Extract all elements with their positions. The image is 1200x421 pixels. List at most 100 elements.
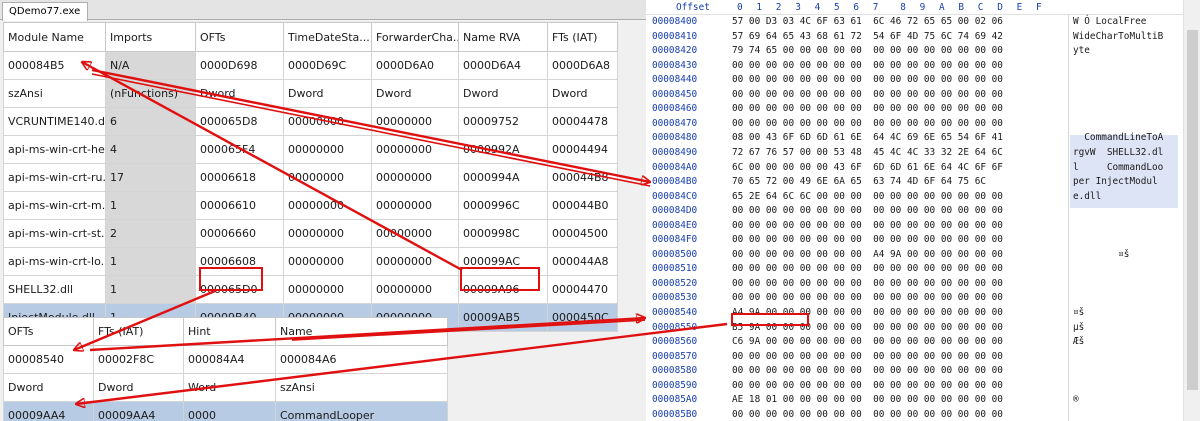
imports-cell[interactable]: Module Name	[3, 22, 106, 52]
imports-cell[interactable]: 6	[105, 107, 196, 136]
imports-cell[interactable]: 00000000	[283, 219, 372, 248]
imports-cell[interactable]: 00000000	[283, 135, 372, 164]
imports-cell[interactable]: 00006608	[195, 247, 284, 276]
hex-row[interactable]: 000084C0 65 2E 64 6C 6C 00 00 00 00 00 00…	[646, 191, 1200, 204]
imports-cell[interactable]: 00000000	[371, 275, 459, 304]
imports-cell[interactable]: 00006660	[195, 219, 284, 248]
hex-row-bytes[interactable]: 00 00 00 00 00 00 00 00 00 00 00 00 00 0…	[732, 60, 1003, 71]
thunk-cell[interactable]: szAnsi	[275, 373, 448, 402]
imports-cell[interactable]: 00000000	[371, 135, 459, 164]
hex-row-ascii[interactable]: W Ó LocalFree	[1073, 16, 1146, 27]
hex-row[interactable]: 00008560 C6 9A 00 00 00 00 00 00 00 00 00…	[646, 336, 1200, 349]
hex-row[interactable]: 00008440 00 00 00 00 00 00 00 00 00 00 00…	[646, 74, 1200, 87]
imports-cell[interactable]: 00004500	[547, 219, 618, 248]
imports-cell[interactable]: OFTs	[195, 22, 284, 52]
hex-row-bytes[interactable]: 00 00 00 00 00 00 00 00 00 00 00 00 00 0…	[732, 234, 1003, 245]
imports-value-row[interactable]: 000084B5 N/A 0000D698 0000D69C 0000D6A0 0000D…	[3, 51, 618, 80]
hex-row[interactable]: 00008410 57 69 64 65 43 68 61 72 54 6F 4D…	[646, 31, 1200, 44]
imports-cell[interactable]: szAnsi	[3, 79, 106, 108]
hex-row-bytes[interactable]: 65 2E 64 6C 6C 00 00 00 00 00 00 00 00 0…	[732, 191, 1003, 202]
imports-cell[interactable]: 000065D8	[195, 107, 284, 136]
hex-row-bytes[interactable]: 00 00 00 00 00 00 00 00 00 00 00 00 00 0…	[732, 380, 1003, 391]
imports-cell[interactable]: 00000000	[371, 163, 459, 192]
imports-cell[interactable]: 1	[105, 191, 196, 220]
hex-row-bytes[interactable]: 00 00 00 00 00 00 00 00 00 00 00 00 00 0…	[732, 89, 1003, 100]
imports-cell[interactable]: 00000000	[371, 219, 459, 248]
hex-row-ascii[interactable]: Æš	[1073, 336, 1084, 347]
imports-cell[interactable]: Dword	[547, 79, 618, 108]
imports-cell[interactable]: 0000D6A0	[371, 51, 459, 80]
imports-cell[interactable]: 00000000	[371, 191, 459, 220]
imports-cell[interactable]: 00006610	[195, 191, 284, 220]
imports-cell[interactable]: 0000996C	[458, 191, 548, 220]
imports-cell[interactable]: 1	[105, 275, 196, 304]
hex-row[interactable]: 00008480 08 00 43 6F 6D 6D 61 6E 64 4C 69…	[646, 132, 1200, 145]
imports-row[interactable]: api-ms-win-crt-st... 2 00006660 00000000 000…	[3, 219, 618, 248]
imports-cell[interactable]: 000065F4	[195, 135, 284, 164]
imports-cell[interactable]: Dword	[458, 79, 548, 108]
imports-cell[interactable]: 0000992A	[458, 135, 548, 164]
hex-row-bytes[interactable]: B5 9A 00 00 00 00 00 00 00 00 00 00 00 0…	[732, 322, 1003, 333]
imports-cell[interactable]: 00000000	[283, 191, 372, 220]
imports-cell[interactable]: FTs (IAT)	[547, 22, 618, 52]
imports-cell[interactable]: 00009A96	[458, 275, 548, 304]
hex-row[interactable]: 000085A0 AE 18 01 00 00 00 00 00 00 00 00…	[646, 394, 1200, 407]
hex-row[interactable]: 00008430 00 00 00 00 00 00 00 00 00 00 00…	[646, 60, 1200, 73]
hex-row-bytes[interactable]: 72 67 76 57 00 00 53 48 45 4C 4C 33 32 2…	[732, 147, 1003, 158]
thunk-cell[interactable]: 00009AA4	[3, 401, 94, 421]
hex-row-bytes[interactable]: 00 00 00 00 00 00 00 00 00 00 00 00 00 0…	[732, 292, 1003, 303]
hex-row[interactable]: 00008590 00 00 00 00 00 00 00 00 00 00 00…	[646, 380, 1200, 393]
imports-cell[interactable]: Name RVA	[458, 22, 548, 52]
imports-header-row[interactable]: Module Name Imports OFTs TimeDateSta... Forw…	[3, 22, 618, 52]
imports-cell[interactable]: 0000998C	[458, 219, 548, 248]
imports-cell[interactable]: 0000D6A8	[547, 51, 618, 80]
hex-row[interactable]: 00008540 A4 9A 00 00 00 00 00 00 00 00 00…	[646, 307, 1200, 320]
thunk-value-row[interactable]: 00008540 00002F8C 000084A4 000084A6	[3, 345, 448, 374]
imports-cell[interactable]: 00000000	[283, 107, 372, 136]
hex-row-bytes[interactable]: 00 00 00 00 00 00 00 00 00 00 00 00 00 0…	[732, 365, 1003, 376]
imports-cell[interactable]: 000044A8	[547, 247, 618, 276]
hex-row-ascii[interactable]: ®	[1073, 394, 1079, 405]
imports-cell[interactable]: 0000994A	[458, 163, 548, 192]
imports-cell[interactable]: Dword	[371, 79, 459, 108]
imports-cell[interactable]: (nFunctions)	[105, 79, 196, 108]
imports-cell[interactable]: api-ms-win-crt-he...	[3, 135, 106, 164]
hex-row-bytes[interactable]: C6 9A 00 00 00 00 00 00 00 00 00 00 00 0…	[732, 336, 1003, 347]
hex-row-bytes[interactable]: 00 00 00 00 00 00 00 00 00 00 00 00 00 0…	[732, 409, 1003, 420]
imports-cell[interactable]: 00004470	[547, 275, 618, 304]
thunk-row[interactable]: 00009AA4 00009AA4 0000 CommandLooper	[3, 401, 448, 421]
hex-row-bytes[interactable]: 57 00 D3 03 4C 6F 63 61 6C 46 72 65 65 0…	[732, 16, 1003, 27]
hex-row-bytes[interactable]: 08 00 43 6F 6D 6D 61 6E 64 4C 69 6E 65 5…	[732, 132, 1003, 143]
imports-cell[interactable]: 00000000	[283, 247, 372, 276]
hex-row-bytes[interactable]: 00 00 00 00 00 00 00 00 00 00 00 00 00 0…	[732, 74, 1003, 85]
hex-row-bytes[interactable]: 57 69 64 65 43 68 61 72 54 6F 4D 75 6C 7…	[732, 31, 1003, 42]
imports-cell[interactable]: api-ms-win-crt-m...	[3, 191, 106, 220]
hex-row[interactable]: 00008510 00 00 00 00 00 00 00 00 00 00 00…	[646, 263, 1200, 276]
imports-cell[interactable]: 00009AB5	[458, 303, 548, 332]
hex-row[interactable]: 00008400 57 00 D3 03 4C 6F 63 61 6C 46 72…	[646, 16, 1200, 29]
imports-cell[interactable]: 00000000	[371, 107, 459, 136]
hex-row-ascii[interactable]: ¤š	[1073, 249, 1129, 260]
hex-row-bytes[interactable]: A4 9A 00 00 00 00 00 00 00 00 00 00 00 0…	[732, 307, 1003, 318]
imports-cell[interactable]: ForwarderCha...	[371, 22, 459, 52]
imports-cell[interactable]: 4	[105, 135, 196, 164]
hex-row[interactable]: 00008570 00 00 00 00 00 00 00 00 00 00 00…	[646, 351, 1200, 364]
hex-row-bytes[interactable]: 70 65 72 00 49 6E 6A 65 63 74 4D 6F 64 7…	[732, 176, 986, 187]
imports-cell[interactable]: Dword	[195, 79, 284, 108]
imports-cell[interactable]: api-ms-win-crt-lo...	[3, 247, 106, 276]
thunk-cell[interactable]: FTs (IAT)	[93, 317, 184, 346]
imports-cell[interactable]: api-ms-win-crt-st...	[3, 219, 106, 248]
imports-cell[interactable]: Imports	[105, 22, 196, 52]
imports-cell[interactable]: 00000000	[283, 163, 372, 192]
hex-row-ascii[interactable]: CommandLineToA	[1073, 132, 1163, 143]
imports-row[interactable]: api-ms-win-crt-lo... 1 00006608 00000000 000…	[3, 247, 618, 276]
hex-row-bytes[interactable]: 00 00 00 00 00 00 00 00 00 00 00 00 00 0…	[732, 103, 1003, 114]
thunk-cell[interactable]: Word	[183, 373, 276, 402]
hex-row-bytes[interactable]: 00 00 00 00 00 00 00 00 00 00 00 00 00 0…	[732, 351, 1003, 362]
imports-cell[interactable]: 0000D698	[195, 51, 284, 80]
imports-cell[interactable]: 00004494	[547, 135, 618, 164]
imports-cell[interactable]: 000084B5	[3, 51, 106, 80]
hex-row-bytes[interactable]: 6C 00 00 00 00 00 43 6F 6D 6D 61 6E 64 4…	[732, 162, 1003, 173]
hex-row[interactable]: 00008420 79 74 65 00 00 00 00 00 00 00 00…	[646, 45, 1200, 58]
thunk-cell[interactable]: Hint	[183, 317, 276, 346]
